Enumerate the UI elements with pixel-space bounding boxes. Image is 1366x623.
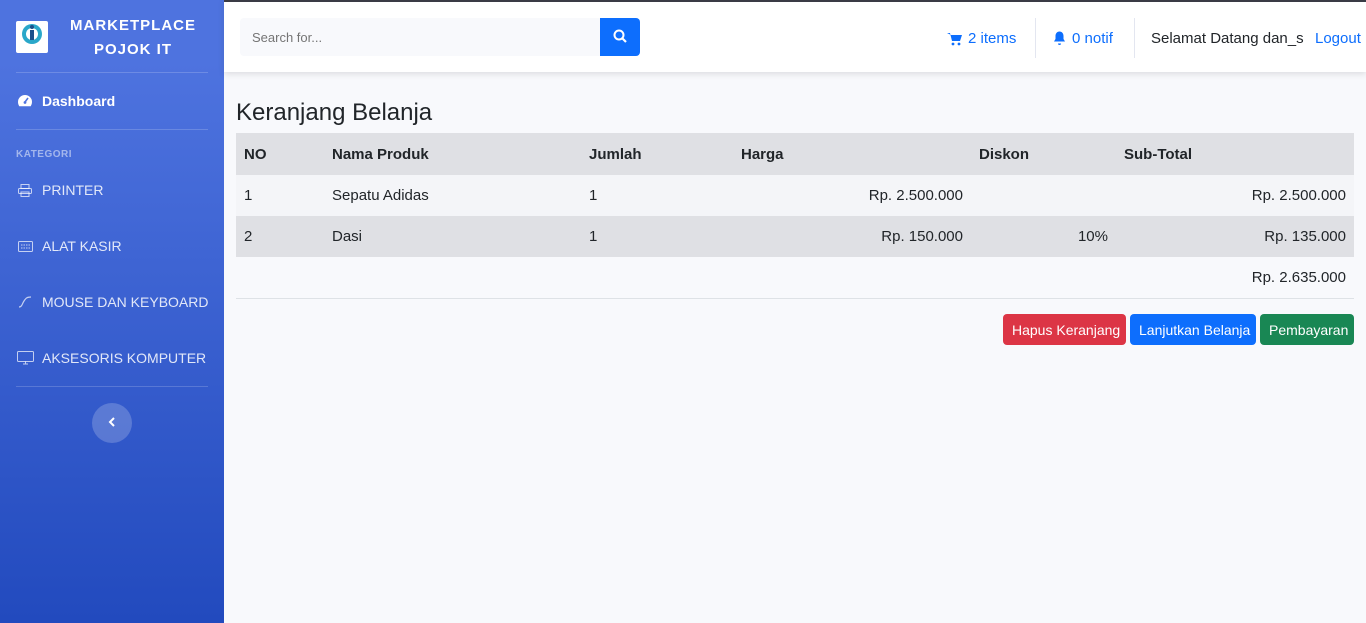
welcome-text: Selamat Datang dan_s	[1151, 30, 1304, 47]
column-header: Jumlah	[581, 133, 733, 175]
sidebar-divider	[16, 72, 208, 73]
topbar: 2 items 0 notif Selamat Datang dan_s Log…	[224, 0, 1366, 72]
wave-icon	[16, 296, 34, 308]
search-button[interactable]	[600, 18, 640, 56]
total-row: Rp. 2.635.000	[236, 257, 1354, 299]
topbar-divider	[1134, 18, 1135, 58]
cart-icon	[947, 32, 962, 46]
cell-product: Dasi	[324, 216, 581, 257]
cart-label: 2 items	[968, 30, 1017, 47]
sidebar-item-label: AKSESORIS KOMPUTER	[42, 350, 207, 366]
cell-discount: 10%	[971, 216, 1116, 257]
brand-title: MARKETPLACE POJOK IT	[70, 17, 196, 58]
sidebar-item-aksesoris-komputer[interactable]: AKSESORIS KOMPUTER	[16, 350, 206, 366]
cell-price: Rp. 150.000	[733, 216, 971, 257]
sidebar-item-alat-kasir[interactable]: ALAT KASIR	[16, 238, 122, 254]
page-title: Keranjang Belanja	[236, 99, 433, 126]
column-header: Harga	[733, 133, 971, 175]
cell-no: 1	[236, 175, 324, 216]
total-spacer	[236, 257, 1116, 299]
sidebar-divider	[16, 129, 208, 130]
brand[interactable]: MARKETPLACE POJOK IT	[0, 0, 224, 72]
sidebar-item-label: ALAT KASIR	[42, 238, 122, 254]
sidebar-item-dashboard[interactable]: Dashboard	[16, 93, 115, 109]
monitor-icon	[16, 351, 34, 365]
sidebar-item-label: Dashboard	[42, 93, 116, 109]
keyboard-icon	[16, 240, 34, 252]
cell-discount	[971, 175, 1116, 216]
sidebar-item-printer[interactable]: PRINTER	[16, 182, 103, 198]
cart-table: NO Nama Produk Jumlah Harga Diskon Sub-T…	[236, 133, 1354, 299]
cell-qty: 1	[581, 216, 733, 257]
gauge-icon	[16, 94, 34, 108]
cell-qty: 1	[581, 175, 733, 216]
column-header: Sub-Total	[1116, 133, 1354, 175]
search-input[interactable]	[240, 18, 600, 56]
bell-icon	[1053, 31, 1066, 46]
sidebar-item-label: PRINTER	[42, 182, 104, 198]
table-row: 2 Dasi 1 Rp. 150.000 10% Rp. 135.000	[236, 216, 1354, 257]
notification-link[interactable]: 0 notif	[1053, 30, 1113, 47]
brand-logo	[16, 21, 48, 53]
table-header-row: NO Nama Produk Jumlah Harga Diskon Sub-T…	[236, 133, 1354, 175]
logout-link[interactable]: Logout	[1315, 30, 1361, 47]
sidebar-divider	[16, 386, 208, 387]
table-row: 1 Sepatu Adidas 1 Rp. 2.500.000 Rp. 2.50…	[236, 175, 1354, 216]
sidebar-item-label: MOUSE DAN KEYBOARD	[42, 294, 209, 310]
sidebar: MARKETPLACE POJOK IT Dashboard KATEGORI …	[0, 0, 224, 623]
cell-subtotal: Rp. 135.000	[1116, 216, 1354, 257]
column-header: Nama Produk	[324, 133, 581, 175]
cell-no: 2	[236, 216, 324, 257]
clear-cart-button[interactable]: Hapus Keranjang	[1003, 314, 1126, 345]
cell-price: Rp. 2.500.000	[733, 175, 971, 216]
column-header: NO	[236, 133, 324, 175]
payment-button[interactable]: Pembayaran	[1260, 314, 1354, 345]
cell-total: Rp. 2.635.000	[1116, 257, 1354, 299]
search-icon	[613, 29, 627, 46]
sidebar-heading: KATEGORI	[16, 149, 73, 160]
printer-icon	[16, 183, 34, 197]
sidebar-toggle-button[interactable]	[92, 403, 132, 443]
search-form	[240, 18, 640, 56]
cell-product: Sepatu Adidas	[324, 175, 581, 216]
column-header: Diskon	[971, 133, 1116, 175]
notification-label: 0 notif	[1072, 30, 1113, 47]
topbar-divider	[1035, 18, 1036, 58]
chevron-left-icon	[108, 414, 116, 432]
continue-shopping-button[interactable]: Lanjutkan Belanja	[1130, 314, 1256, 345]
cell-subtotal: Rp. 2.500.000	[1116, 175, 1354, 216]
cart-link[interactable]: 2 items	[947, 30, 1016, 47]
sidebar-item-mouse-keyboard[interactable]: MOUSE DAN KEYBOARD	[16, 294, 208, 310]
